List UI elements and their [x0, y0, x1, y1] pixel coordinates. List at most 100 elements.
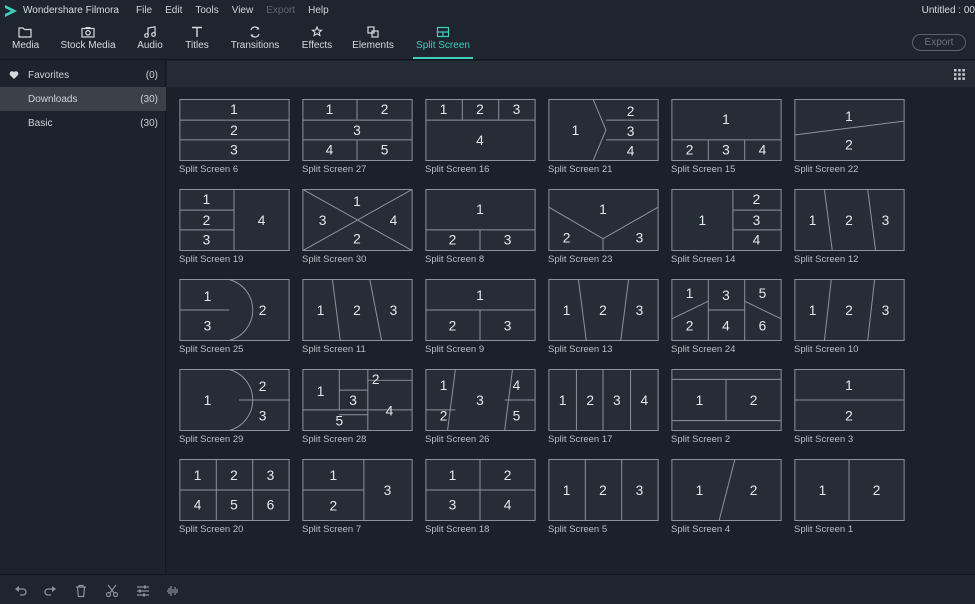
svg-text:3: 3 — [353, 123, 361, 138]
svg-text:2: 2 — [440, 409, 448, 424]
template-card[interactable]: 1 2 3 Split Screen 7 — [302, 459, 413, 535]
menu-tools[interactable]: Tools — [195, 5, 218, 16]
svg-text:1: 1 — [809, 303, 817, 318]
tab-effects[interactable]: Effects — [300, 26, 334, 51]
template-card[interactable]: 1 2 3 4 Split Screen 18 — [425, 459, 536, 535]
template-card[interactable]: 1 2 3 Split Screen 5 — [548, 459, 659, 535]
filmora-logo-icon — [5, 5, 17, 17]
tab-split-screen[interactable]: Split Screen — [413, 26, 473, 59]
menu-edit[interactable]: Edit — [165, 5, 182, 16]
template-preview: 1 2 3 — [179, 99, 290, 161]
template-card[interactable]: 1 2 Split Screen 3 — [794, 369, 905, 445]
svg-text:1: 1 — [809, 213, 817, 228]
sidebar-item-basic[interactable]: Basic (30) — [0, 111, 166, 135]
template-card[interactable]: 1 2 Split Screen 4 — [671, 459, 782, 535]
template-name: Split Screen 13 — [548, 344, 613, 355]
template-card[interactable]: 1 3 4 2 Split Screen 30 — [302, 189, 413, 265]
template-card[interactable]: 1 3 5 2 4 6 Split Screen 24 — [671, 279, 782, 355]
audio-wave-icon[interactable] — [166, 584, 180, 598]
template-card[interactable]: 1 2 Split Screen 22 — [794, 99, 905, 175]
svg-text:2: 2 — [686, 143, 694, 158]
template-card[interactable]: 1 2 3 Split Screen 8 — [425, 189, 536, 265]
split-screen-icon — [436, 26, 450, 38]
template-card[interactable]: 1 2 3 4 5 Split Screen 27 — [302, 99, 413, 175]
template-card[interactable]: 1 2 3 4 Split Screen 14 — [671, 189, 782, 265]
svg-text:1: 1 — [476, 288, 484, 303]
template-card[interactable]: 1 2 3 4 Split Screen 17 — [548, 369, 659, 445]
undo-icon[interactable] — [14, 584, 28, 598]
svg-text:3: 3 — [882, 213, 890, 228]
redo-icon[interactable] — [43, 584, 57, 598]
template-card[interactable]: 1 2 3 4 5 6 Split Screen 20 — [179, 459, 290, 535]
tab-audio[interactable]: Audio — [137, 26, 163, 51]
tab-media[interactable]: Media — [12, 26, 39, 51]
template-card[interactable]: 1 2 3 4 Split Screen 19 — [179, 189, 290, 265]
svg-text:2: 2 — [381, 102, 389, 117]
svg-text:1: 1 — [572, 123, 580, 138]
svg-text:3: 3 — [722, 288, 730, 303]
template-name: Split Screen 14 — [671, 254, 736, 265]
svg-text:1: 1 — [204, 393, 212, 408]
template-card[interactable]: 1 2 3 4 Split Screen 16 — [425, 99, 536, 175]
cut-icon[interactable] — [105, 584, 119, 598]
sidebar-item-favorites[interactable]: Favorites (0) — [0, 63, 166, 87]
svg-text:3: 3 — [204, 319, 212, 334]
template-card[interactable]: 1 2 Split Screen 2 — [671, 369, 782, 445]
svg-text:2: 2 — [353, 232, 361, 247]
template-name: Split Screen 3 — [794, 434, 854, 445]
heart-icon — [9, 71, 19, 79]
svg-text:3: 3 — [504, 319, 512, 334]
tab-elements[interactable]: Elements — [352, 26, 394, 51]
sidebar-item-downloads[interactable]: Downloads (30) — [0, 87, 166, 111]
template-card[interactable]: 1 2 3 Split Screen 29 — [179, 369, 290, 445]
title-bar: Wondershare Filmora File Edit Tools View… — [0, 0, 975, 22]
template-name: Split Screen 12 — [794, 254, 859, 265]
svg-text:3: 3 — [384, 483, 392, 498]
template-card[interactable]: 1 2 Split Screen 1 — [794, 459, 905, 535]
svg-text:2: 2 — [353, 303, 361, 318]
svg-text:1: 1 — [440, 378, 448, 393]
export-button[interactable]: Export — [912, 34, 966, 51]
template-card[interactable]: 1 3 2 Split Screen 25 — [179, 279, 290, 355]
template-card[interactable]: 1 2 3 Split Screen 11 — [302, 279, 413, 355]
template-card[interactable]: 1 2 3 Split Screen 13 — [548, 279, 659, 355]
svg-text:1: 1 — [819, 483, 827, 498]
template-card[interactable]: 1 2 3 Split Screen 12 — [794, 189, 905, 265]
template-card[interactable]: 1 2 3 4 Split Screen 21 — [548, 99, 659, 175]
svg-text:1: 1 — [563, 483, 571, 498]
menu-file[interactable]: File — [136, 5, 152, 16]
tab-transitions[interactable]: Transitions — [230, 26, 280, 51]
svg-text:3: 3 — [267, 468, 275, 483]
svg-text:2: 2 — [845, 409, 853, 424]
template-card[interactable]: 1 2 3 Split Screen 9 — [425, 279, 536, 355]
sidebar-item-count: (0) — [145, 70, 158, 81]
sidebar-item-count: (30) — [140, 118, 158, 129]
template-card[interactable]: 1 2 3 4 5 Split Screen 26 — [425, 369, 536, 445]
svg-text:3: 3 — [259, 409, 267, 424]
menu-view[interactable]: View — [232, 5, 254, 16]
delete-icon[interactable] — [74, 584, 88, 598]
tab-stock-media[interactable]: Stock Media — [60, 26, 116, 51]
template-preview: 1 2 3 — [794, 189, 905, 251]
template-card[interactable]: 1 2 3 Split Screen 10 — [794, 279, 905, 355]
template-card[interactable]: 1 2 3 Split Screen 6 — [179, 99, 290, 175]
svg-text:2: 2 — [845, 213, 853, 228]
template-preview: 1 2 3 — [425, 189, 536, 251]
grid-view-icon[interactable] — [954, 69, 965, 80]
sidebar-item-count: (30) — [140, 94, 158, 105]
template-name: Split Screen 8 — [425, 254, 485, 265]
template-card[interactable]: 1 2 3 4 Split Screen 15 — [671, 99, 782, 175]
adjust-icon[interactable] — [136, 584, 150, 598]
template-card[interactable]: 1 2 3 Split Screen 23 — [548, 189, 659, 265]
svg-text:1: 1 — [686, 286, 694, 301]
menu-help[interactable]: Help — [308, 5, 329, 16]
svg-text:2: 2 — [230, 123, 238, 138]
svg-text:2: 2 — [203, 213, 211, 228]
template-card[interactable]: 1 2 3 4 5 Split Screen 28 — [302, 369, 413, 445]
text-icon — [192, 26, 202, 37]
template-name: Split Screen 15 — [671, 164, 736, 175]
template-name: Split Screen 22 — [794, 164, 859, 175]
template-name: Split Screen 23 — [548, 254, 613, 265]
tab-titles[interactable]: Titles — [184, 26, 210, 51]
transitions-icon — [250, 26, 260, 38]
